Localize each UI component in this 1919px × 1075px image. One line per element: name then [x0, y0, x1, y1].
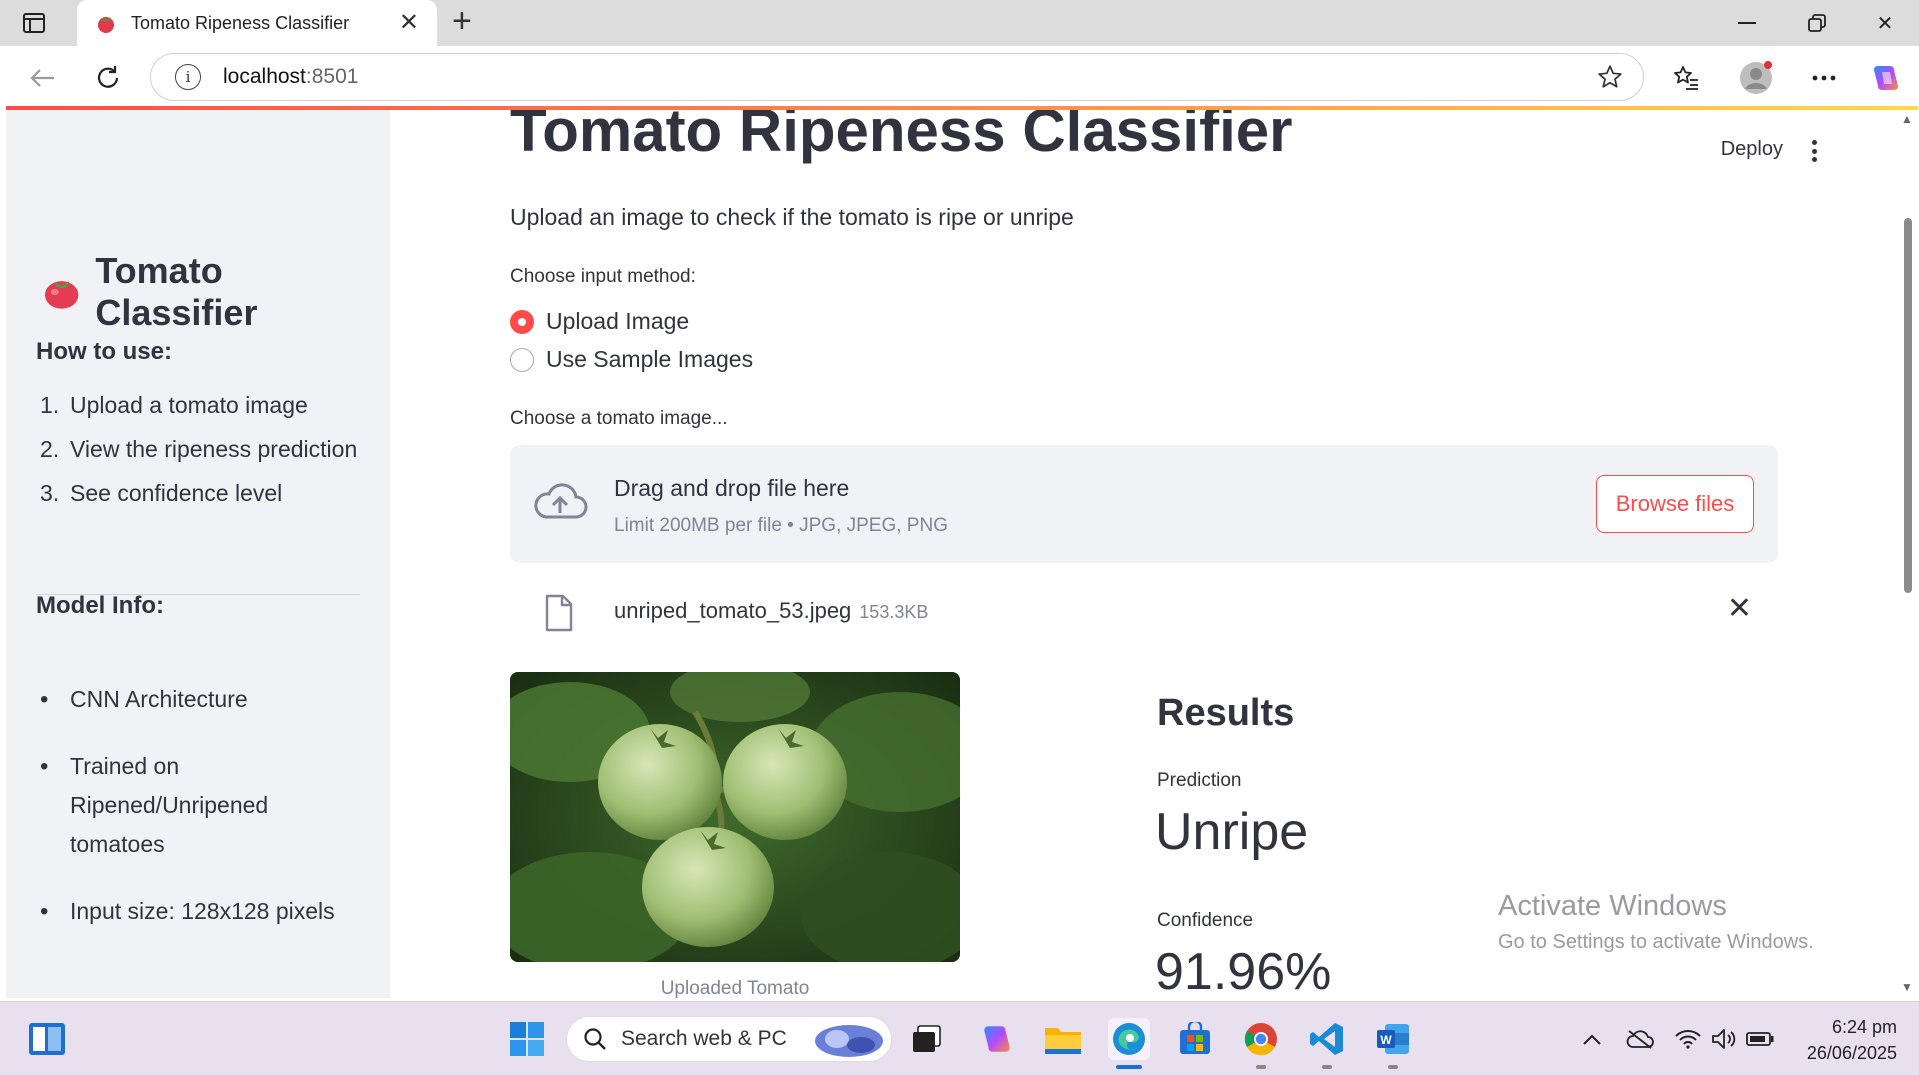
clock-date: 26/06/2025 [1806, 1043, 1897, 1063]
file-name: unriped_tomato_53.jpeg 153.3KB [614, 598, 929, 623]
deploy-button[interactable]: Deploy [1721, 138, 1783, 161]
back-icon[interactable] [22, 58, 62, 98]
main-menu-icon[interactable] [1811, 140, 1817, 162]
search-icon [584, 1028, 606, 1050]
results-heading: Results [1157, 692, 1295, 734]
search-highlight-icon [815, 1025, 883, 1057]
reload-icon[interactable] [88, 58, 128, 98]
copilot-icon[interactable] [1868, 60, 1904, 96]
dropzone-title: Drag and drop file here [614, 475, 850, 501]
site-info-icon[interactable]: i [175, 64, 201, 90]
profile-avatar-icon[interactable] [1738, 60, 1774, 96]
url-port: :8501 [305, 65, 359, 88]
svg-text:W: W [1380, 1033, 1392, 1047]
radio-sample-images[interactable]: Use Sample Images [510, 346, 753, 373]
sidebar-title-text: Tomato Classifier [95, 250, 258, 333]
window-close-icon[interactable]: ✕ [1860, 6, 1910, 40]
scroll-down-icon[interactable]: ▼ [1901, 980, 1913, 994]
copilot-taskbar-icon[interactable] [976, 1018, 1018, 1060]
app-indicator [1388, 1065, 1398, 1069]
main-content: Tomato Ripeness Classifier Deploy Upload… [390, 110, 1895, 998]
volume-icon[interactable] [1704, 1018, 1744, 1060]
widgets-icon[interactable] [26, 1018, 68, 1060]
microsoft-store-icon[interactable] [1174, 1018, 1216, 1060]
uploaded-tomato-image [510, 672, 960, 962]
favorite-star-icon[interactable] [1597, 64, 1623, 95]
browser-tab-active[interactable]: Tomato Ripeness Classifier ✕ [77, 0, 437, 46]
tab-title: Tomato Ripeness Classifier [131, 12, 350, 33]
more-options-icon[interactable] [1806, 60, 1842, 96]
image-caption: Uploaded Tomato [660, 978, 810, 998]
cloud-upload-icon [534, 483, 588, 519]
dropzone-limit-text: Limit 200MB per file • JPG, JPEG, PNG [614, 515, 948, 536]
list-item: 2. View the ripeness prediction [40, 436, 358, 462]
input-method-label: Choose input method: [510, 266, 696, 287]
app-indicator [1322, 1065, 1332, 1069]
tomato-emoji-icon [44, 281, 79, 309]
confidence-value: 91.96% [1155, 943, 1332, 998]
url-host: localhost [223, 65, 306, 88]
onedrive-icon[interactable] [1620, 1018, 1660, 1060]
browse-files-button[interactable]: Browse files [1596, 475, 1754, 533]
browser-tab-bar: Tomato Ripeness Classifier ✕ + ✕ [0, 0, 1919, 46]
file-explorer-icon[interactable] [1042, 1018, 1084, 1060]
show-hidden-icons-icon[interactable] [1572, 1018, 1612, 1060]
page-scrollbar[interactable]: ▲ ▼ [1895, 110, 1919, 998]
page-title: Tomato Ripeness Classifier [510, 110, 1293, 164]
scroll-up-icon[interactable]: ▲ [1901, 112, 1913, 126]
battery-icon[interactable] [1740, 1018, 1780, 1060]
file-size: 153.3KB [859, 602, 929, 622]
list-item: 1. Upload a tomato image [40, 392, 308, 418]
radio-selected-icon [510, 309, 534, 334]
uploaded-file-row: unriped_tomato_53.jpeg 153.3KB ✕ [510, 590, 1778, 640]
task-view-icon[interactable] [906, 1018, 948, 1060]
how-to-use-heading: How to use: [36, 338, 172, 365]
radio-upload-image[interactable]: Upload Image [510, 308, 689, 335]
sidebar-title: Tomato Classifier [42, 250, 390, 334]
prediction-label: Prediction [1157, 770, 1242, 791]
url-field[interactable]: i localhost:8501 [150, 53, 1644, 101]
model-info-heading: Model Info: [36, 592, 164, 619]
confidence-label: Confidence [1157, 910, 1254, 931]
tab-actions-icon[interactable] [20, 10, 48, 36]
file-dropzone[interactable]: Drag and drop file here Limit 200MB per … [510, 445, 1778, 563]
scroll-thumb[interactable] [1904, 218, 1912, 593]
new-tab-icon[interactable]: + [452, 4, 472, 38]
page-subtitle: Upload an image to check if the tomato i… [510, 204, 1074, 230]
activate-windows-watermark: Activate Windows Go to Settings to activ… [1498, 890, 1814, 953]
app-indicator [1256, 1065, 1266, 1069]
chrome-icon[interactable] [1240, 1018, 1282, 1060]
minimize-icon[interactable] [1722, 6, 1772, 40]
tomato-favicon-icon [98, 17, 114, 33]
sidebar: Tomato Classifier How to use: 1. Upload a… [6, 110, 390, 998]
file-icon [545, 594, 573, 632]
windows-taskbar: Search web & PC W 6:24 pm 26/06/2025 [0, 1001, 1919, 1075]
restore-icon[interactable] [1792, 6, 1842, 40]
remove-file-icon[interactable]: ✕ [1727, 594, 1752, 624]
radio-unselected-icon [510, 347, 534, 372]
address-bar: i localhost:8501 [0, 46, 1919, 108]
system-clock[interactable]: 6:24 pm 26/06/2025 [1807, 1014, 1897, 1066]
list-item: CNN Architecture [40, 680, 370, 719]
list-item: Input size: 128x128 pixels [40, 892, 370, 931]
list-item: 3. See confidence level [40, 480, 283, 506]
model-info-list: CNN Architecture Trained on Ripened/Unri… [40, 680, 370, 959]
uploader-label: Choose a tomato image... [510, 408, 728, 429]
clock-time: 6:24 pm [1831, 1017, 1897, 1037]
start-icon[interactable] [506, 1018, 548, 1060]
active-app-indicator [1116, 1065, 1142, 1069]
tab-close-icon[interactable]: ✕ [399, 11, 419, 35]
how-to-steps-list: 1. Upload a tomato image 2. View the ripen… [40, 392, 357, 524]
word-icon[interactable]: W [1372, 1018, 1414, 1060]
list-item: Trained on Ripened/Unripened tomatoes [40, 747, 370, 864]
prediction-value: Unripe [1155, 803, 1309, 861]
taskbar-search[interactable]: Search web & PC [566, 1016, 892, 1062]
favorites-icon[interactable] [1668, 60, 1704, 96]
vscode-icon[interactable] [1306, 1018, 1348, 1060]
edge-icon[interactable] [1108, 1018, 1150, 1060]
wifi-icon[interactable] [1668, 1018, 1708, 1060]
